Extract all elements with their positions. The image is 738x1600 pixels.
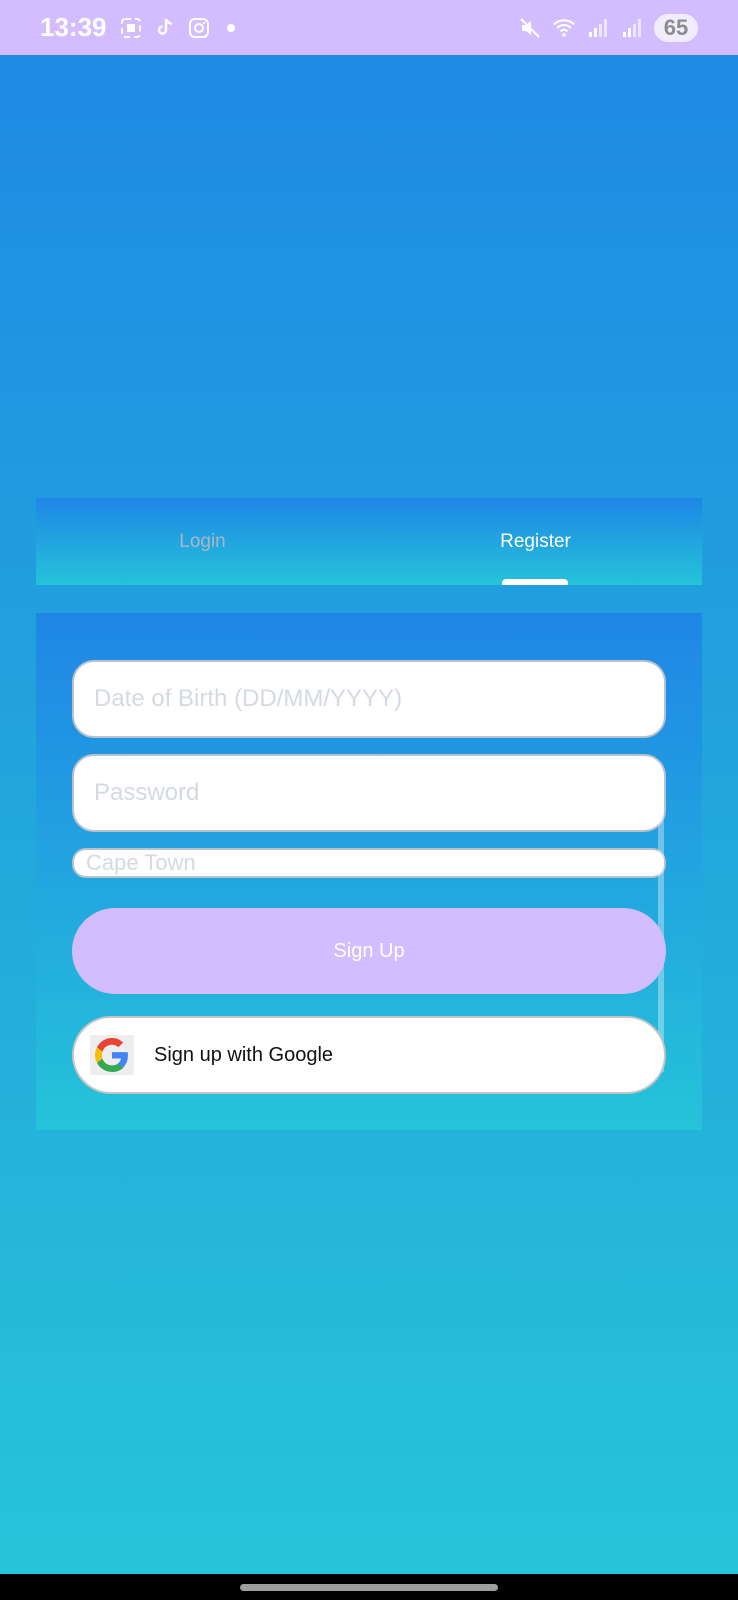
wifi-icon xyxy=(552,16,576,40)
status-bar: 13:39 65 xyxy=(0,0,738,55)
google-signup-label: Sign up with Google xyxy=(154,1043,334,1066)
tab-register[interactable]: Register xyxy=(369,498,702,585)
system-nav-bar xyxy=(0,1574,738,1600)
active-tab-indicator xyxy=(502,579,568,585)
city-field[interactable]: Cape Town xyxy=(72,848,666,878)
password-field[interactable]: Password xyxy=(72,754,666,832)
date-of-birth-field[interactable]: Date of Birth (DD/MM/YYYY) xyxy=(72,660,666,738)
signal-icon xyxy=(620,16,644,40)
status-right-icons: 65 xyxy=(518,13,698,42)
signal-icon xyxy=(586,16,610,40)
tab-login[interactable]: Login xyxy=(36,498,369,585)
notification-dot xyxy=(226,23,235,32)
status-left-icons xyxy=(119,16,235,40)
tiktok-icon xyxy=(153,16,177,40)
google-signup-button[interactable]: Sign up with Google xyxy=(72,1016,666,1094)
google-icon xyxy=(90,1035,134,1075)
status-time: 13:39 xyxy=(40,12,107,42)
screenshot-icon xyxy=(119,16,143,40)
register-form: Date of Birth (DD/MM/YYYY) Password Cape… xyxy=(36,613,702,1130)
auth-tabs: Login Register xyxy=(36,498,702,585)
mute-icon xyxy=(518,16,542,40)
home-gesture-handle[interactable] xyxy=(240,1584,498,1591)
instagram-icon xyxy=(187,16,211,40)
sign-up-button[interactable]: Sign Up xyxy=(72,908,666,994)
battery-indicator: 65 xyxy=(654,13,698,42)
